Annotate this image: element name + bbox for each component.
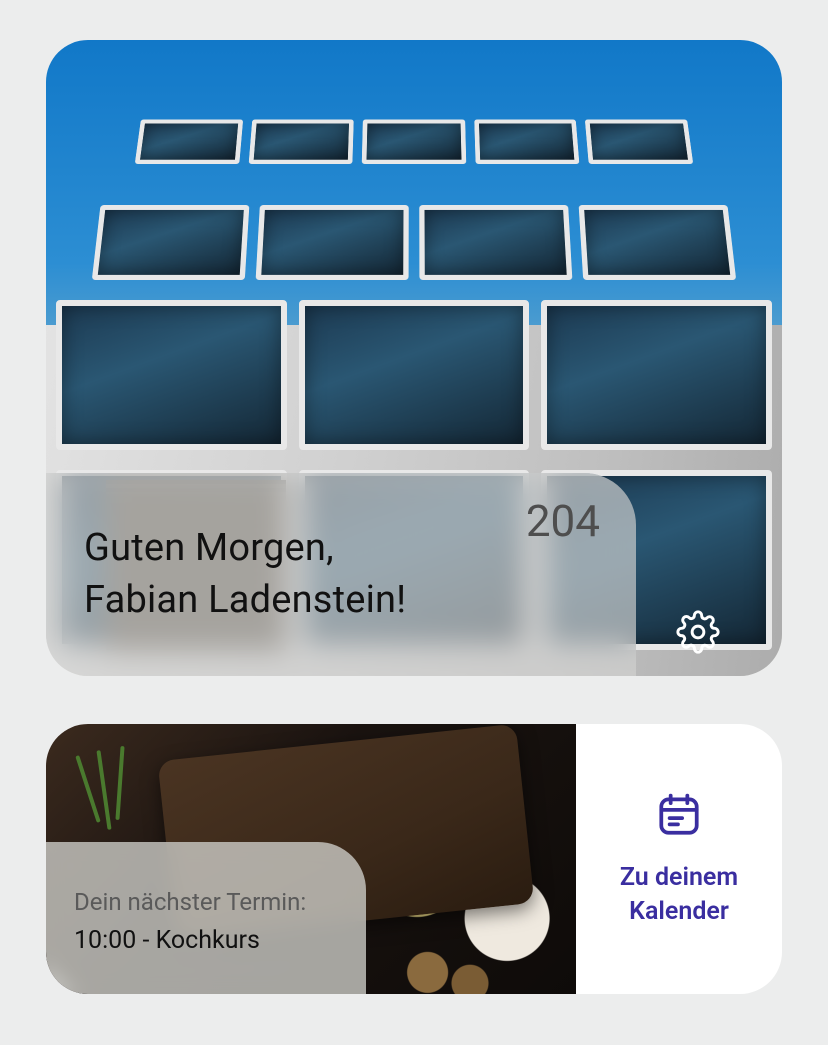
- room-number: 204: [526, 495, 600, 547]
- greeting-text: Guten Morgen, Fabian Ladenstein!: [84, 523, 598, 626]
- calendar-link-line1: Zu deinem: [620, 863, 738, 892]
- calendar-icon: [654, 789, 704, 843]
- appointment-panel: Dein nächster Termin: 10:00 - Kochkurs: [46, 842, 366, 994]
- next-appointment-value: 10:00 - Kochkurs: [74, 926, 338, 955]
- greeting-panel: Guten Morgen, Fabian Ladenstein! 204: [46, 473, 636, 676]
- hero-card: Guten Morgen, Fabian Ladenstein! 204: [46, 40, 782, 676]
- calendar-link[interactable]: Zu deinem Kalender: [576, 724, 782, 994]
- greeting-line1: Guten Morgen,: [84, 526, 334, 570]
- settings-button[interactable]: [672, 608, 724, 660]
- appointment-card: Dein nächster Termin: 10:00 - Kochkurs Z…: [46, 724, 782, 994]
- calendar-link-line2: Kalender: [629, 897, 729, 926]
- next-appointment-label: Dein nächster Termin:: [74, 888, 338, 916]
- greeting-line2: Fabian Ladenstein!: [84, 578, 406, 622]
- calendar-link-text: Zu deinem Kalender: [620, 861, 738, 929]
- appointment-image: Dein nächster Termin: 10:00 - Kochkurs: [46, 724, 576, 994]
- gear-icon: [676, 610, 720, 658]
